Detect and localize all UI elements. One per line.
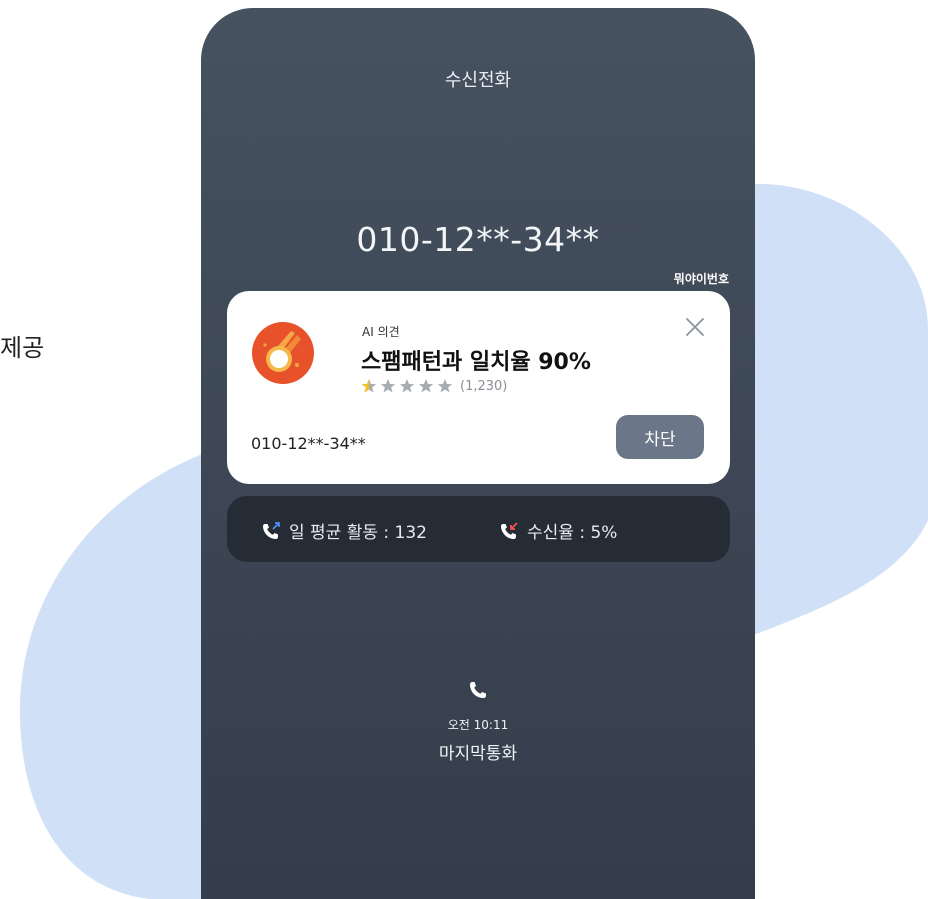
answer-rate-stat: 수신율 : 5% (499, 518, 617, 543)
left-text: 제공 (0, 334, 45, 362)
spam-match-headline: 스팸패턴과 일치율 90% (361, 350, 591, 375)
screen-title: 수신전화 (444, 70, 512, 91)
close-icon[interactable] (684, 316, 706, 338)
star-icon (418, 379, 434, 393)
rating-count: (1,230) (460, 378, 508, 394)
phone-screen: 수신전화 010-12**-34** 뭐야이번호 AI 의견 스팸패턴과 일치율… (201, 8, 755, 899)
block-button[interactable]: 차단 (616, 415, 704, 459)
incoming-call-icon (501, 521, 518, 539)
ai-opinion-card: AI 의견 스팸패턴과 일치율 90% (1,230) 010-12**-34*… (227, 291, 730, 484)
outgoing-call-icon (263, 521, 280, 539)
daily-activity-text: 일 평균 활동 : 132 (289, 523, 427, 543)
rating-stars: (1,230) (361, 377, 507, 395)
meteor-logo-icon (252, 322, 314, 384)
caller-number: 010-12**-34** (356, 220, 600, 259)
ai-opinion-label: AI 의견 (362, 325, 400, 339)
last-call-section: 오전 10:11 마지막통화 (201, 680, 755, 764)
star-icon (399, 379, 415, 393)
phone-icon (470, 682, 486, 698)
card-phone-number: 010-12**-34** (251, 434, 366, 453)
answer-rate-text: 수신율 : 5% (527, 523, 618, 543)
stats-bar: 일 평균 활동 : 132 수신율 : 5% (227, 496, 730, 562)
last-call-time: 오전 10:11 (447, 718, 509, 732)
star-row (361, 378, 456, 394)
star-icon (437, 379, 453, 393)
star-icon (380, 379, 396, 393)
last-call-label: 마지막통화 (438, 744, 518, 764)
star-icon (361, 379, 377, 393)
daily-activity-stat: 일 평균 활동 : 132 (261, 518, 427, 543)
brand-label: 뭐야이번호 (673, 272, 729, 286)
